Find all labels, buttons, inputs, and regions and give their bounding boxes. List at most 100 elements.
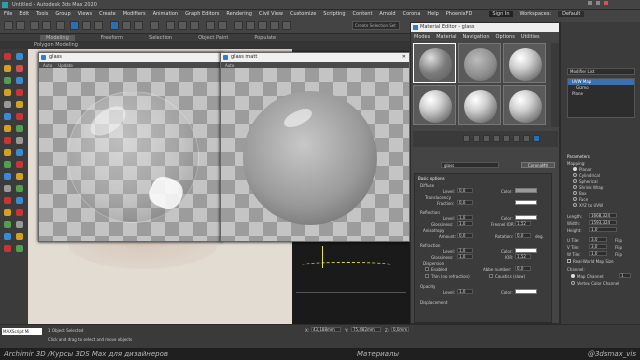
tool-icon[interactable] <box>16 149 23 156</box>
update-button[interactable]: Update <box>58 63 73 68</box>
radio-shrink-wrap[interactable] <box>573 185 577 189</box>
workspaces-dropdown[interactable]: Default <box>558 11 585 17</box>
align-icon[interactable] <box>218 21 227 30</box>
map-channel-radio[interactable] <box>571 274 575 278</box>
minimize-icon[interactable] <box>588 1 592 5</box>
radio-xyz-to-uvw[interactable] <box>573 203 577 207</box>
tool-icon[interactable] <box>16 245 23 252</box>
tool-icon[interactable] <box>16 233 23 240</box>
y-coordinate[interactable]: 75,482mm <box>351 327 381 332</box>
tool-icon[interactable] <box>16 161 23 168</box>
tool-icon[interactable] <box>4 65 11 72</box>
z-coordinate[interactable]: 0,0mm <box>391 327 409 332</box>
menu-graph-editors[interactable]: Graph Editors <box>185 11 219 17</box>
radio-cylindrical[interactable] <box>573 173 577 177</box>
menu-phoenixfd[interactable]: PhoenixFD <box>446 11 473 17</box>
close-icon[interactable] <box>604 1 608 5</box>
polygon-modeling-label[interactable]: Polygon Modeling <box>34 42 78 48</box>
menu-corona[interactable]: Corona <box>403 11 421 17</box>
auto-button[interactable]: Auto <box>43 63 52 68</box>
reset-material-icon[interactable] <box>483 135 490 142</box>
scale-icon[interactable] <box>134 21 143 30</box>
tool-icon[interactable] <box>4 161 11 168</box>
get-material-icon[interactable] <box>463 135 470 142</box>
assign-material-icon[interactable] <box>473 135 480 142</box>
fresnel-ior-spinner[interactable]: 1,52 <box>515 221 531 226</box>
tool-icon[interactable] <box>16 137 23 144</box>
rotation-spinner[interactable]: 0,0 <box>515 233 531 238</box>
anisotropy-amount-spinner[interactable]: 0,0 <box>457 233 473 238</box>
layer-icon[interactable] <box>234 21 243 30</box>
material-id-icon[interactable] <box>503 135 510 142</box>
tool-icon[interactable] <box>4 89 11 96</box>
menu-modes[interactable]: Modes <box>414 34 430 40</box>
material-slot[interactable] <box>413 85 456 125</box>
rollout-title[interactable]: Basic options <box>418 176 445 181</box>
selection-set-input[interactable]: Create Selection Set <box>352 21 400 30</box>
redo-icon[interactable] <box>16 21 25 30</box>
tool-icon[interactable] <box>16 197 23 204</box>
diffuse-color-swatch[interactable] <box>515 188 537 193</box>
menu-modifiers[interactable]: Modifiers <box>123 11 146 17</box>
radio-planar[interactable] <box>573 167 577 171</box>
map-channel-spinner[interactable]: 1 <box>619 273 631 278</box>
width-spinner[interactable]: 1593,324 <box>589 220 617 225</box>
tool-icon[interactable] <box>4 173 11 180</box>
tool-icon[interactable] <box>16 185 23 192</box>
show-shaded-icon[interactable] <box>513 135 520 142</box>
curve-editor-icon[interactable] <box>246 21 255 30</box>
tool-icon[interactable] <box>16 125 23 132</box>
radio-box[interactable] <box>573 191 577 195</box>
auto-button[interactable]: Auto <box>225 63 234 68</box>
menu-rendering[interactable]: Rendering <box>226 11 252 17</box>
tool-icon[interactable] <box>4 197 11 204</box>
menu-tools[interactable]: Tools <box>36 11 48 17</box>
tool-icon[interactable] <box>4 233 11 240</box>
rect-select-icon[interactable] <box>94 21 103 30</box>
translucency-color-swatch[interactable] <box>515 200 537 205</box>
angle-snap-icon[interactable] <box>178 21 187 30</box>
ior-spinner[interactable]: 1,52 <box>515 254 531 259</box>
tool-icon[interactable] <box>16 77 23 84</box>
modifier-list-dropdown[interactable]: Modifier List <box>567 68 635 75</box>
maximize-icon[interactable] <box>596 1 600 5</box>
menu-edit[interactable]: Edit <box>19 11 29 17</box>
tool-icon[interactable] <box>16 65 23 72</box>
material-name-field[interactable]: glass <box>441 162 499 168</box>
snap-icon[interactable] <box>166 21 175 30</box>
parameters-title[interactable]: Parameters <box>567 154 590 159</box>
sign-in-button[interactable]: Sign In <box>489 11 513 17</box>
material-type-button[interactable]: CoronaMtl <box>521 162 555 168</box>
menu-utilities[interactable]: Utilities <box>521 34 540 40</box>
show-end-result-icon[interactable] <box>523 135 530 142</box>
material-slot[interactable] <box>458 43 501 83</box>
menu-create[interactable]: Create <box>99 11 116 17</box>
refraction-level-spinner[interactable]: 1,0 <box>457 248 473 253</box>
height-spinner[interactable]: 1,0 <box>589 227 617 232</box>
menu-views[interactable]: Views <box>78 11 92 17</box>
menu-customize[interactable]: Customize <box>290 11 316 17</box>
tool-icon[interactable] <box>4 221 11 228</box>
go-to-parent-icon[interactable] <box>533 135 540 142</box>
tool-icon[interactable] <box>4 209 11 216</box>
menu-file[interactable]: File <box>4 11 12 17</box>
diffuse-level-spinner[interactable]: 0,0 <box>457 188 473 193</box>
filter-icon[interactable] <box>56 21 65 30</box>
mirror-icon[interactable] <box>206 21 215 30</box>
length-spinner[interactable]: 1668,324 <box>589 213 617 218</box>
tool-icon[interactable] <box>16 209 23 216</box>
material-slot[interactable] <box>503 85 546 125</box>
menu-help[interactable]: Help <box>427 11 438 17</box>
undo-icon[interactable] <box>4 21 13 30</box>
select-icon[interactable] <box>70 21 79 30</box>
link-icon[interactable] <box>30 21 39 30</box>
pivot-icon[interactable] <box>150 21 159 30</box>
reflection-level-spinner[interactable]: 1,0 <box>457 215 473 220</box>
tool-icon[interactable] <box>4 185 11 192</box>
select-by-name-icon[interactable] <box>82 21 91 30</box>
reflection-glossiness-spinner[interactable]: 1,0 <box>457 221 473 226</box>
tool-icon[interactable] <box>4 101 11 108</box>
material-editor-icon[interactable] <box>270 21 279 30</box>
refraction-glossiness-spinner[interactable]: 1,0 <box>457 254 473 259</box>
refraction-color-swatch[interactable] <box>515 248 537 253</box>
